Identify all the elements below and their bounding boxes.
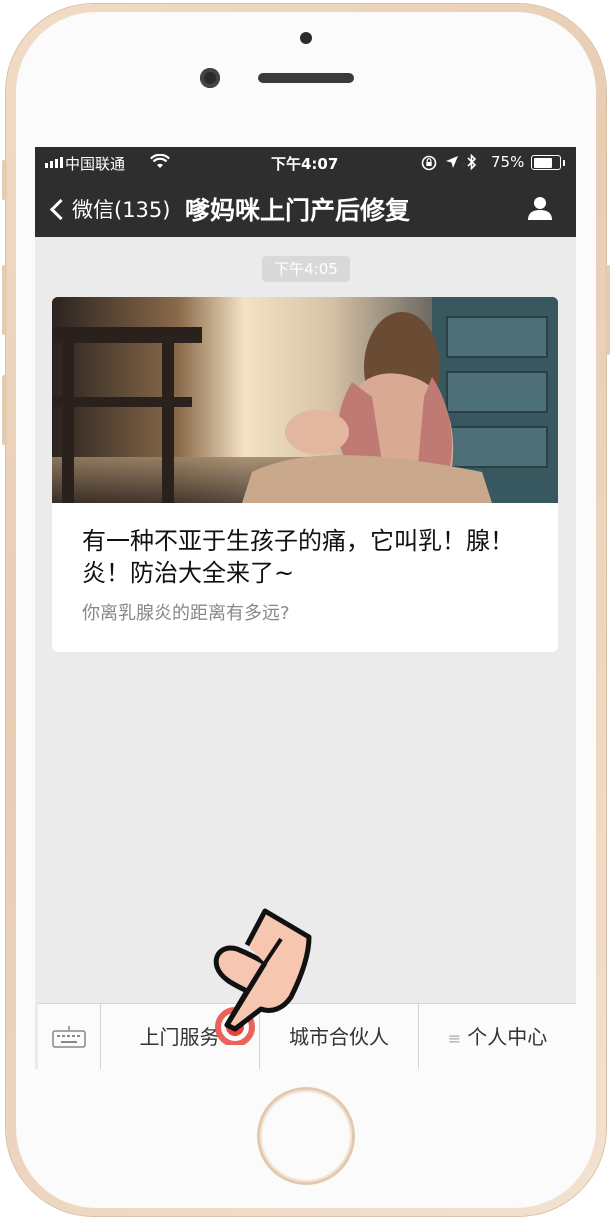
proximity-sensor	[300, 32, 312, 44]
message-timestamp: 下午4:05	[262, 256, 350, 282]
back-button[interactable]: 微信(135)	[49, 194, 170, 224]
back-label: 微信(135)	[72, 198, 171, 222]
status-time: 下午4:07	[271, 155, 339, 173]
keyboard-icon	[52, 1026, 86, 1048]
article-description: 你离乳腺炎的距离有多远?	[82, 603, 290, 624]
battery-icon	[531, 155, 565, 170]
battery-fill	[533, 157, 553, 168]
home-button[interactable]	[260, 1090, 352, 1182]
bluetooth-icon	[467, 153, 477, 171]
signal-icon	[45, 157, 63, 168]
location-icon	[446, 156, 458, 168]
tap-hint-hand-icon	[213, 908, 312, 1045]
chevron-left-icon	[49, 198, 72, 220]
mute-switch	[2, 160, 7, 200]
menu-item-label: 个人中心	[467, 1025, 548, 1049]
volume-down-button	[2, 375, 7, 445]
orientation-lock-icon	[421, 155, 437, 171]
keyboard-toggle-button[interactable]	[38, 1004, 101, 1069]
article-cover-image	[52, 297, 558, 503]
volume-up-button	[2, 265, 7, 335]
menu-item-personal-center[interactable]: ≡ 个人中心	[419, 1004, 576, 1069]
page-title: 嗲妈咪上门产后修复	[185, 196, 411, 225]
earpiece-speaker	[258, 73, 354, 83]
power-button	[605, 265, 610, 355]
front-camera	[200, 68, 220, 88]
battery-percent: 75%	[491, 153, 525, 171]
nav-bar: 微信(135) 嗲妈咪上门产后修复	[35, 178, 576, 237]
wifi-icon	[150, 154, 170, 168]
submenu-indicator-icon: ≡	[447, 1029, 462, 1048]
user-icon[interactable]	[526, 194, 554, 222]
article-title: 有一种不亚于生孩子的痛，它叫乳！腺！炎！防治大全来了~	[82, 527, 514, 587]
status-bar: 中国联通 下午4:07 75%	[35, 147, 576, 178]
article-card[interactable]: 有一种不亚于生孩子的痛，它叫乳！腺！炎！防治大全来了~ 你离乳腺炎的距离有多远?	[52, 297, 558, 652]
carrier-label: 中国联通	[65, 155, 126, 173]
